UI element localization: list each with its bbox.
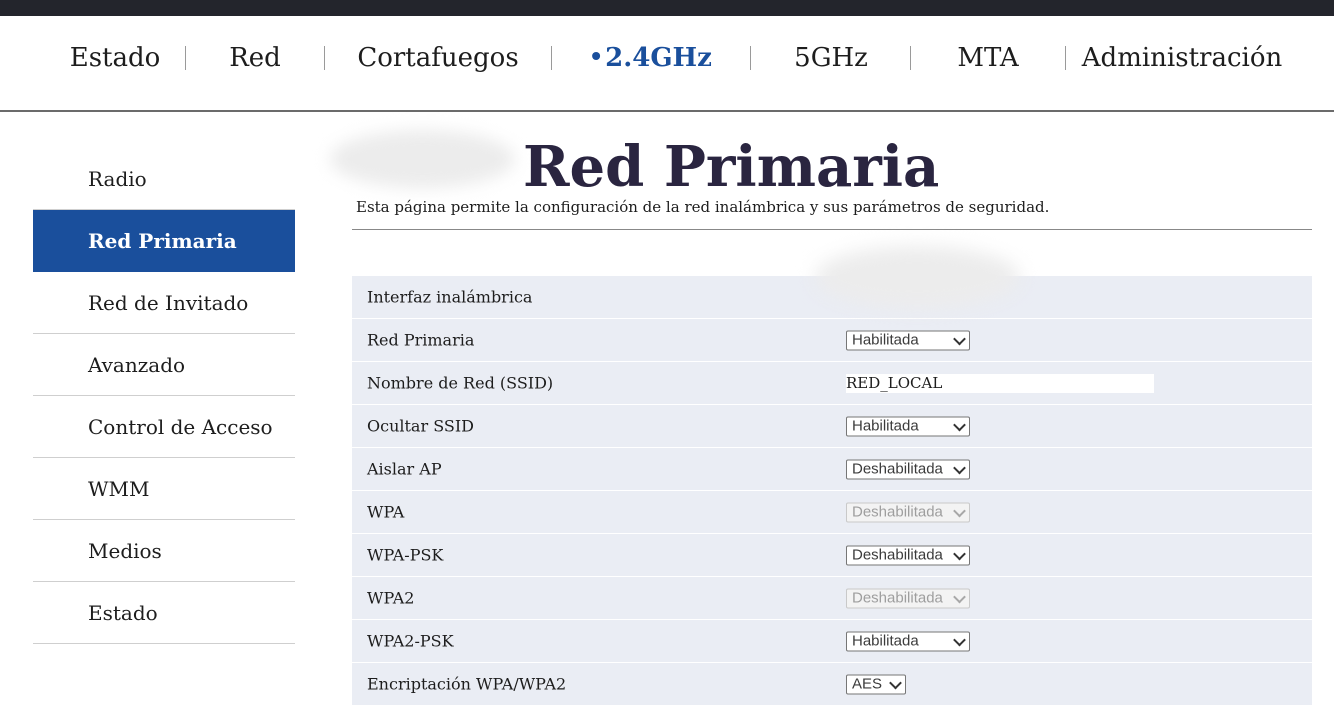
chevron-down-icon <box>953 504 966 518</box>
select-value: Deshabilitada <box>852 546 943 564</box>
nav-separator <box>1065 46 1066 70</box>
sidebar-item-red-primaria[interactable]: Red Primaria <box>33 210 295 272</box>
nav-tab-label: Estado <box>69 43 161 73</box>
form-row-wpa-psk: WPA-PSK Deshabilitada <box>352 534 1312 577</box>
form-row-ssid: Nombre de Red (SSID) <box>352 362 1312 405</box>
primary-network-select[interactable]: Habilitada <box>846 330 970 351</box>
wpa-label: WPA <box>367 502 405 522</box>
select-value: Habilitada <box>852 417 919 435</box>
divider <box>352 229 1312 230</box>
form-row-primary-network: Red Primaria Habilitada <box>352 319 1312 362</box>
top-navigation: Estado Red Cortafuegos 2.4GHz 5GHz MTA A… <box>0 16 1334 112</box>
hide-ssid-label: Ocultar SSID <box>367 416 474 436</box>
sidebar-item-estado[interactable]: Estado <box>33 582 295 644</box>
wpa-psk-label: WPA-PSK <box>367 545 444 565</box>
nav-tab-label: MTA <box>957 43 1019 73</box>
sidebar-item-wmm[interactable]: WMM <box>33 458 295 520</box>
chevron-down-icon <box>953 461 966 475</box>
nav-separator <box>750 46 751 70</box>
wpa2-select: Deshabilitada <box>846 588 970 609</box>
nav-tab-red[interactable]: Red <box>229 43 281 73</box>
sidebar: Radio Red Primaria Red de Invitado Avanz… <box>33 148 295 644</box>
nav-tab-2-4ghz[interactable]: 2.4GHz <box>592 43 712 73</box>
encryption-select[interactable]: AES <box>846 674 906 695</box>
ssid-input[interactable] <box>846 374 1154 393</box>
sidebar-item-control-de-acceso[interactable]: Control de Acceso <box>33 396 295 458</box>
sidebar-item-label: Estado <box>88 600 158 625</box>
nav-tab-estado[interactable]: Estado <box>70 43 161 73</box>
isolate-ap-label: Aislar AP <box>367 459 442 479</box>
wpa-psk-select[interactable]: Deshabilitada <box>846 545 970 566</box>
form-row-encryption: Encriptación WPA/WPA2 AES <box>352 663 1312 706</box>
nav-tab-5ghz[interactable]: 5GHz <box>794 43 868 73</box>
sidebar-item-avanzado[interactable]: Avanzado <box>33 334 295 396</box>
form-row-wpa2: WPA2 Deshabilitada <box>352 577 1312 620</box>
nav-tab-label: 5GHz <box>794 43 868 73</box>
sidebar-item-label: Control de Acceso <box>88 414 273 439</box>
wpa2-label: WPA2 <box>367 588 415 608</box>
wpa-select: Deshabilitada <box>846 502 970 523</box>
wpa2-psk-select[interactable]: Habilitada <box>846 631 970 652</box>
sidebar-item-label: Medios <box>88 538 162 563</box>
page-description: Esta página permite la configuración de … <box>356 198 1050 216</box>
isolate-ap-select[interactable]: Deshabilitada <box>846 459 970 480</box>
sidebar-item-label: Red de Invitado <box>88 290 249 315</box>
sidebar-item-label: Avanzado <box>88 352 186 377</box>
redacted-area <box>330 130 515 188</box>
nav-tab-mta[interactable]: MTA <box>957 43 1018 73</box>
active-dot-icon <box>592 52 601 60</box>
nav-separator <box>551 46 552 70</box>
sidebar-item-red-de-invitado[interactable]: Red de Invitado <box>33 272 295 334</box>
wireless-settings-form: Interfaz inalámbrica Red Primaria Habili… <box>352 276 1312 706</box>
nav-tab-administracion[interactable]: Administración <box>1082 43 1282 73</box>
nav-tab-label: Cortafuegos <box>357 43 519 73</box>
sidebar-item-radio[interactable]: Radio <box>33 148 295 210</box>
form-row-isolate-ap: Aislar AP Deshabilitada <box>352 448 1312 491</box>
top-strip <box>0 0 1334 16</box>
chevron-down-icon <box>953 633 966 647</box>
chevron-down-icon <box>889 676 902 690</box>
encryption-label: Encriptación WPA/WPA2 <box>367 674 567 694</box>
wpa2-psk-label: WPA2-PSK <box>367 631 454 651</box>
nav-separator <box>185 46 186 70</box>
redacted-area <box>815 246 1020 308</box>
ssid-label: Nombre de Red (SSID) <box>367 373 554 393</box>
nav-tab-cortafuegos[interactable]: Cortafuegos <box>357 43 518 73</box>
sidebar-item-label: Red Primaria <box>88 228 237 253</box>
select-value: Habilitada <box>852 632 919 650</box>
select-value: Deshabilitada <box>852 460 943 478</box>
nav-tab-label: Administración <box>1081 43 1283 73</box>
nav-tab-label: 2.4GHz <box>605 43 712 73</box>
chevron-down-icon <box>953 590 966 604</box>
chevron-down-icon <box>953 547 966 561</box>
select-value: Deshabilitada <box>852 589 943 607</box>
primary-network-label: Red Primaria <box>367 330 475 350</box>
form-row-hide-ssid: Ocultar SSID Habilitada <box>352 405 1312 448</box>
nav-tab-label: Red <box>229 43 281 73</box>
form-row-wpa: WPA Deshabilitada <box>352 491 1312 534</box>
select-value: Deshabilitada <box>852 503 943 521</box>
chevron-down-icon <box>953 418 966 432</box>
sidebar-item-medios[interactable]: Medios <box>33 520 295 582</box>
nav-separator <box>324 46 325 70</box>
form-row-wpa2-psk: WPA2-PSK Habilitada <box>352 620 1312 663</box>
chevron-down-icon <box>953 332 966 346</box>
nav-separator <box>910 46 911 70</box>
select-value: Habilitada <box>852 331 919 349</box>
hide-ssid-select[interactable]: Habilitada <box>846 416 970 437</box>
interface-label: Interfaz inalámbrica <box>367 287 533 307</box>
select-value: AES <box>852 675 883 693</box>
sidebar-item-label: WMM <box>88 476 150 501</box>
page-title: Red Primaria <box>523 134 940 200</box>
sidebar-item-label: Radio <box>88 166 147 191</box>
